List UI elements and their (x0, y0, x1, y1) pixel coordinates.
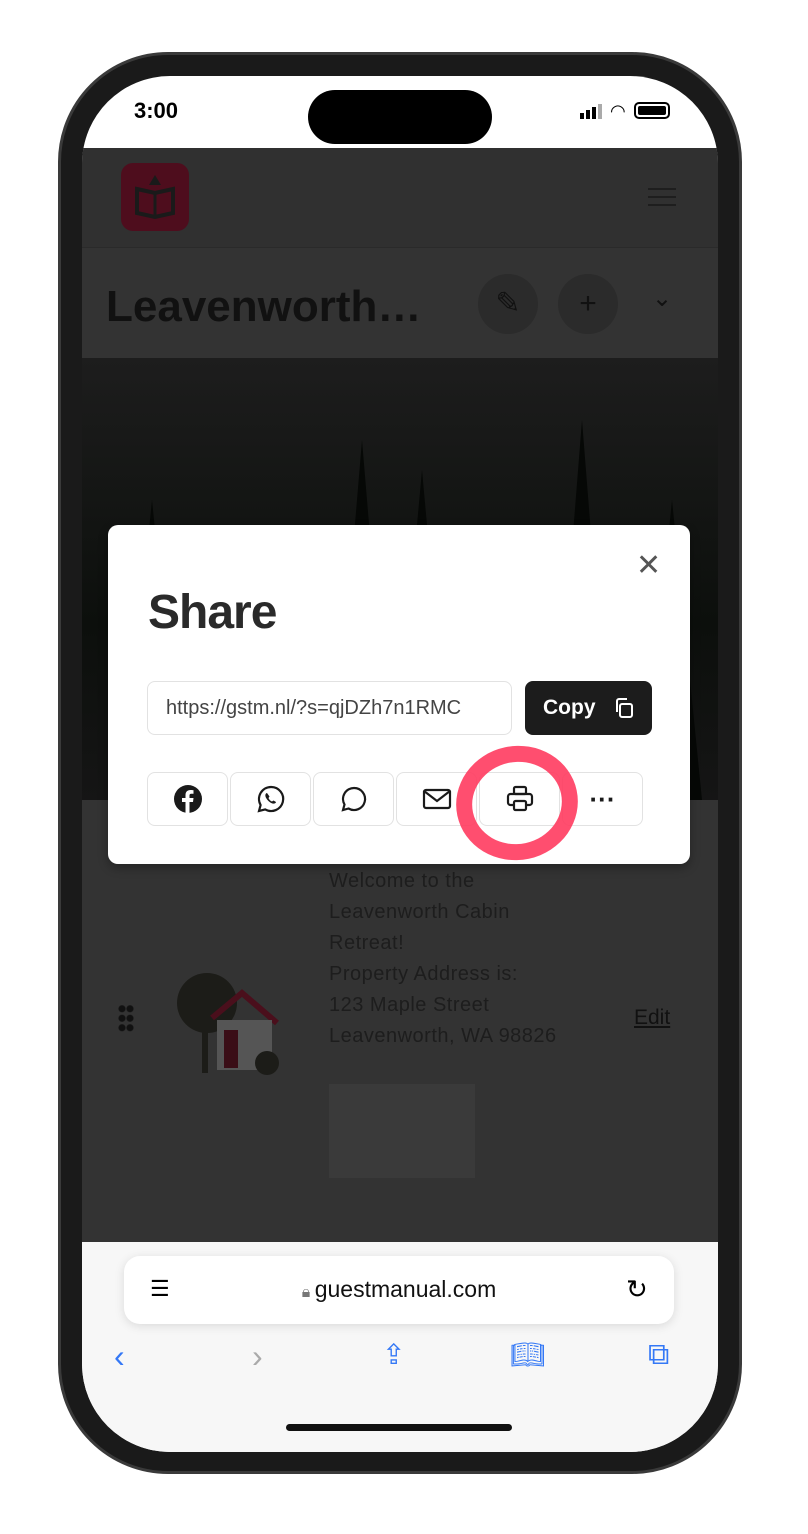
facebook-icon (173, 785, 202, 813)
copy-icon (616, 698, 633, 718)
title-row: Leavenworth… ✎ + ⌄ (82, 248, 718, 358)
share-whatsapp-button[interactable] (230, 772, 311, 826)
share-message-button[interactable] (313, 772, 394, 826)
lock-icon: 🔒︎ (301, 1284, 315, 1301)
site-header (82, 148, 718, 248)
text-line: Welcome to the (329, 870, 475, 892)
copy-label: Copy (543, 696, 596, 719)
text-line: Retreat! (329, 932, 405, 954)
hamburger-menu-icon[interactable] (648, 188, 676, 206)
text-line: Leavenworth Cabin (329, 901, 510, 923)
content-card: Welcome to the Leavenworth Cabin Retreat… (82, 800, 718, 1242)
reload-icon[interactable]: ↻ (626, 1274, 648, 1305)
share-modal: ✕ Share Copy ··· (108, 525, 690, 864)
dynamic-island (308, 90, 492, 144)
page-title: Leavenworth… (106, 282, 422, 331)
status-time: 3:00 (134, 98, 179, 123)
address-text: 🔒︎ guestmanual.com (124, 1276, 674, 1303)
edit-pencil-button[interactable]: ✎ (478, 274, 538, 334)
text-line: 123 Maple Street (329, 994, 490, 1016)
drag-handle-icon[interactable] (118, 1004, 134, 1032)
domain-label: guestmanual.com (314, 1276, 497, 1302)
tabs-icon[interactable]: ⧉ (648, 1338, 669, 1372)
text-line: Leavenworth, WA 98826 (329, 1025, 557, 1047)
page-dimmed: Leavenworth… ✎ + ⌄ Welcome to the Leaven… (82, 148, 718, 1242)
address-bar[interactable]: ☰ 🔒︎ guestmanual.com ↻ (124, 1256, 674, 1324)
back-icon[interactable]: ‹ (114, 1338, 125, 1375)
copy-button[interactable]: Copy (525, 681, 652, 735)
share-facebook-button[interactable] (147, 772, 228, 826)
phone-screen: 3:00 ◠ Leavenworth… ✎ + ⌄ Welcome to the… (82, 76, 718, 1452)
share-title: Share (148, 586, 277, 639)
safari-toolbar: ☰ 🔒︎ guestmanual.com ↻ ‹ › ⇪ 📖︎ ⧉ (82, 1242, 718, 1452)
close-icon[interactable]: ✕ (636, 551, 661, 581)
forward-icon[interactable]: › (252, 1338, 263, 1375)
chevron-down-icon[interactable]: ⌄ (652, 284, 672, 313)
edit-link[interactable]: Edit (634, 1006, 670, 1030)
wifi-icon: ◠ (610, 101, 626, 121)
email-icon (422, 788, 451, 810)
battery-icon (633, 102, 670, 119)
home-indicator (286, 1424, 512, 1431)
share-url-input[interactable] (147, 681, 512, 735)
welcome-text: Welcome to the Leavenworth Cabin Retreat… (329, 866, 557, 1052)
map-thumbnail[interactable] (329, 1084, 475, 1178)
house-illustration (172, 968, 282, 1078)
logo-book-icon[interactable] (121, 163, 189, 231)
signal-icon (580, 104, 602, 119)
status-icons: ◠ (580, 101, 670, 121)
text-line: Property Address is: (329, 963, 518, 985)
message-icon (340, 786, 366, 812)
share-icon[interactable]: ⇪ (382, 1338, 405, 1371)
bookmarks-icon[interactable]: 📖︎ (510, 1338, 546, 1371)
whatsapp-icon (256, 785, 284, 813)
more-icon: ··· (589, 784, 616, 814)
add-button[interactable]: + (558, 274, 618, 334)
